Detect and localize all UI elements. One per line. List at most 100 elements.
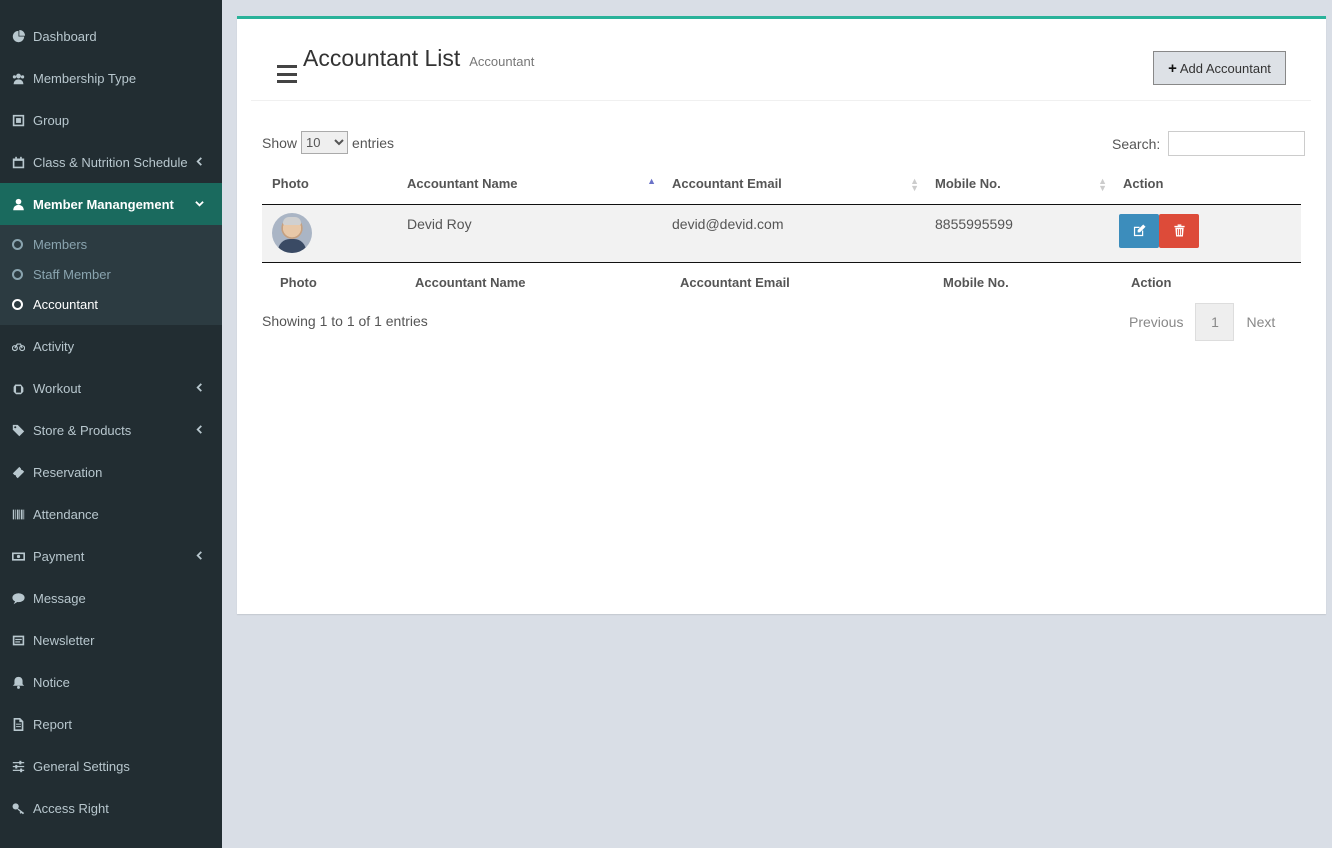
action-cell xyxy=(1113,204,1301,263)
pagination: Previous 1 Next xyxy=(1117,303,1287,341)
submenu-item-label: Accountant xyxy=(33,296,99,312)
table-header-row: Photo Accountant Name ▲ Accountant Email ▲… xyxy=(262,164,1301,205)
sidebar-item-activity[interactable]: Activity xyxy=(0,325,222,367)
sidebar-item-report[interactable]: Report xyxy=(0,703,222,745)
search-input[interactable] xyxy=(1168,131,1306,156)
sidebar-item-label: Group xyxy=(33,112,70,128)
sidebar-item-membership-type[interactable]: Membership Type xyxy=(0,57,222,99)
sidebar-item-group[interactable]: Group xyxy=(0,99,222,141)
table-footer-row: Photo Accountant Name Accountant Email M… xyxy=(262,262,1301,302)
page-title: Accountant List xyxy=(303,45,461,71)
column-header-label: Mobile No. xyxy=(935,176,1001,192)
edit-button[interactable] xyxy=(1119,213,1159,248)
page-subtitle: Accountant xyxy=(469,54,535,69)
sidebar-item-label: Dashboard xyxy=(33,28,97,44)
column-header-label: Accountant Email xyxy=(672,176,782,192)
column-header-email[interactable]: Accountant Email ▲ ▼ xyxy=(662,164,925,205)
column-header-mobile[interactable]: Mobile No. ▲ ▼ xyxy=(925,164,1113,205)
sort-asc-icon: ▲ xyxy=(647,176,656,186)
previous-page-button[interactable]: Previous xyxy=(1117,303,1195,341)
sidebar-item-message[interactable]: Message xyxy=(0,577,222,619)
show-label: Show xyxy=(262,134,298,151)
page-1-button[interactable]: 1 xyxy=(1195,303,1235,341)
submenu-item-accountant[interactable]: Accountant xyxy=(0,289,222,319)
member-management-submenu: Members Staff Member Accountant xyxy=(0,225,222,325)
submenu-item-label: Staff Member xyxy=(33,266,111,282)
sort-both-icon: ▲ ▼ xyxy=(1098,176,1107,193)
chevron-left-icon xyxy=(195,549,204,563)
file-icon xyxy=(10,716,26,732)
tags-icon xyxy=(10,422,26,438)
edit-icon xyxy=(1133,224,1146,237)
sidebar-item-dashboard[interactable]: Dashboard xyxy=(0,15,222,57)
sidebar-item-attendance[interactable]: Attendance xyxy=(0,493,222,535)
key-icon xyxy=(10,800,26,816)
column-footer-mobile: Mobile No. xyxy=(943,274,1009,290)
sidebar-item-class-schedule[interactable]: Class & Nutrition Schedule xyxy=(0,141,222,183)
search-label: Search: xyxy=(1112,135,1161,152)
chevron-left-icon xyxy=(195,423,204,437)
search-control: Search: xyxy=(1112,131,1306,156)
envelope-icon xyxy=(10,632,26,648)
table-info: Showing 1 to 1 of 1 entries xyxy=(262,313,428,329)
ticket-icon xyxy=(10,464,26,480)
circle-icon xyxy=(12,268,23,280)
sidebar-item-label: Store & Products xyxy=(33,422,132,438)
chevron-left-icon xyxy=(195,381,204,395)
column-footer-action: Action xyxy=(1131,274,1172,290)
photo-cell xyxy=(262,204,397,263)
chevron-down-icon xyxy=(195,197,204,211)
sidebar-item-access-right[interactable]: Access Right xyxy=(0,787,222,829)
circle-icon xyxy=(12,298,23,310)
sidebar-item-label: General Settings xyxy=(33,758,130,774)
delete-button[interactable] xyxy=(1159,213,1199,248)
sidebar-item-label: Message xyxy=(33,590,86,606)
sidebar-item-member-management[interactable]: Member Manangement xyxy=(0,183,222,225)
sidebar-item-label: Reservation xyxy=(33,464,103,480)
sidebar-item-workout[interactable]: Workout xyxy=(0,367,222,409)
mobile-cell: 8855995599 xyxy=(925,204,1113,263)
sidebar-item-label: Member Manangement xyxy=(33,196,174,212)
sidebar-item-newsletter[interactable]: Newsletter xyxy=(0,619,222,661)
column-footer-photo: Photo xyxy=(280,274,317,290)
calendar-icon xyxy=(10,154,26,170)
avatar xyxy=(272,212,312,253)
submenu-item-label: Members xyxy=(33,236,88,252)
dashboard-icon xyxy=(10,28,26,44)
group-icon xyxy=(10,112,26,128)
page-size-select[interactable]: 10 xyxy=(301,131,349,154)
sidebar-item-label: Newsletter xyxy=(33,632,95,648)
money-icon xyxy=(10,548,26,564)
sidebar-item-label: Membership Type xyxy=(33,70,137,86)
sidebar-item-store-products[interactable]: Store & Products xyxy=(0,409,222,451)
sidebar-item-label: Report xyxy=(33,716,73,732)
circle-icon xyxy=(12,238,23,250)
show-entries-control: Show 10 entries xyxy=(262,131,394,154)
sidebar-item-label: Payment xyxy=(33,548,85,564)
entries-label: entries xyxy=(352,134,395,151)
page-title-group: Accountant List Accountant xyxy=(277,45,535,83)
sort-both-icon: ▲ ▼ xyxy=(910,176,919,193)
list-icon xyxy=(277,65,297,83)
plus-icon: + xyxy=(1168,59,1177,77)
column-footer-name: Accountant Name xyxy=(415,274,526,290)
submenu-item-members[interactable]: Members xyxy=(0,229,222,259)
next-page-button[interactable]: Next xyxy=(1234,303,1287,341)
users-icon xyxy=(10,70,26,86)
sidebar-item-payment[interactable]: Payment xyxy=(0,535,222,577)
name-cell: Devid Roy xyxy=(397,204,662,263)
panel-header: Accountant List Accountant + Add Account… xyxy=(251,19,1311,101)
column-header-action: Action xyxy=(1113,164,1301,205)
submenu-item-staff-member[interactable]: Staff Member xyxy=(0,259,222,289)
sliders-icon xyxy=(10,758,26,774)
sidebar-item-reservation[interactable]: Reservation xyxy=(0,451,222,493)
add-accountant-button[interactable]: + Add Accountant xyxy=(1153,51,1286,85)
column-header-label: Accountant Name xyxy=(407,176,518,192)
trash-icon xyxy=(1173,224,1185,237)
sidebar-item-general-settings[interactable]: General Settings xyxy=(0,745,222,787)
sidebar-item-label: Class & Nutrition Schedule xyxy=(33,154,188,170)
sidebar-item-label: Workout xyxy=(33,380,82,396)
column-header-name[interactable]: Accountant Name ▲ xyxy=(397,164,662,205)
sidebar-item-notice[interactable]: Notice xyxy=(0,661,222,703)
accountant-table: Photo Accountant Name ▲ Accountant Email ▲… xyxy=(262,164,1301,302)
